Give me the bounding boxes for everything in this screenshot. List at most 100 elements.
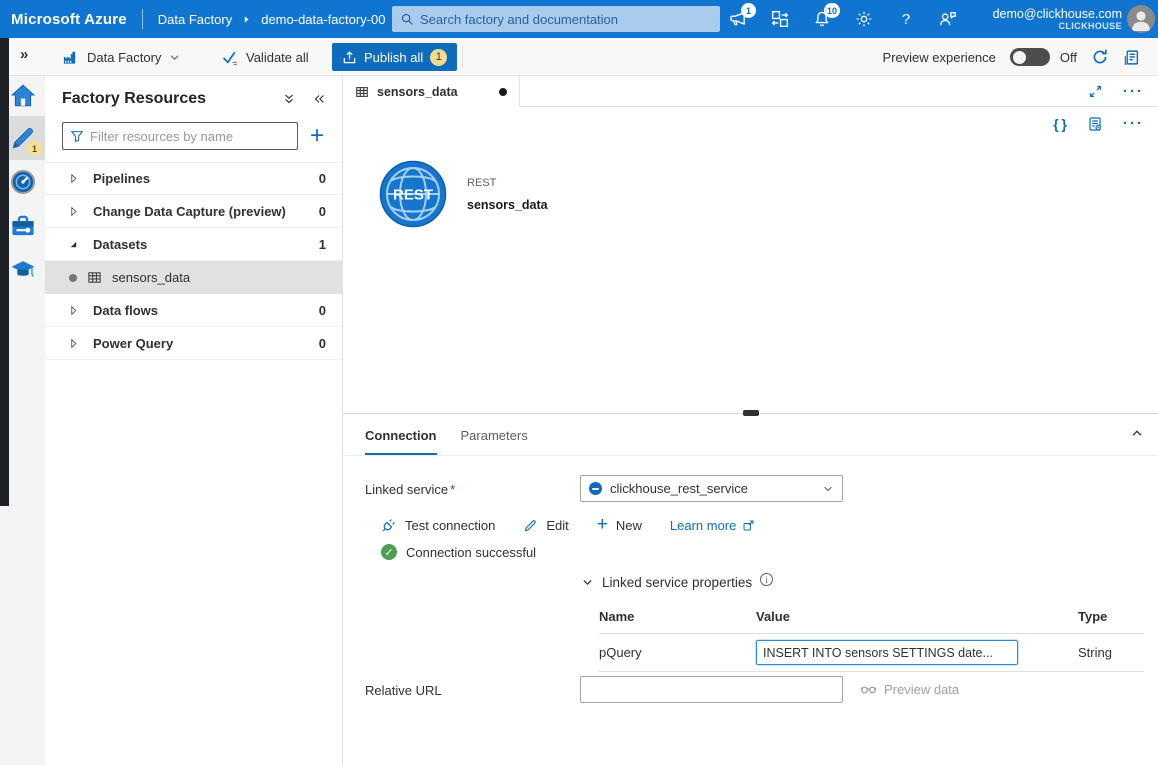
plug-icon	[381, 517, 397, 533]
swap-icon	[771, 10, 789, 28]
person-icon	[1127, 5, 1155, 33]
pquery-value-input[interactable]	[756, 640, 1018, 665]
dataset-type-label: REST	[467, 177, 548, 189]
canvas-toolbar: { } ···	[343, 107, 1158, 141]
test-connection-button[interactable]: Test connection	[381, 517, 495, 533]
chevron-collapsed-icon	[65, 335, 81, 351]
linked-service-icon	[589, 482, 602, 495]
breadcrumb-app[interactable]: Data Factory	[158, 12, 232, 27]
learn-more-link[interactable]: Learn more	[670, 518, 755, 533]
new-button[interactable]: + New	[597, 518, 642, 533]
properties-list-icon	[1087, 116, 1103, 132]
tree-item-sensors-data[interactable]: sensors_data	[45, 261, 342, 294]
refresh-icon	[1091, 48, 1109, 66]
dataset-canvas: sensors_data ··· { } ··· REST	[343, 76, 1158, 413]
rail-expand-button[interactable]: »	[20, 46, 28, 63]
edit-button[interactable]: Edit	[523, 518, 568, 533]
collapse-panel-button[interactable]	[312, 92, 326, 106]
preview-experience-label: Preview experience	[882, 50, 995, 65]
tab-label: sensors_data	[377, 85, 491, 99]
panel-collapse-button[interactable]	[1130, 426, 1144, 440]
avatar[interactable]	[1127, 5, 1155, 33]
double-chevron-down-icon	[282, 92, 296, 106]
tree-item-datasets[interactable]: Datasets 1	[45, 228, 342, 261]
global-search[interactable]	[392, 6, 720, 32]
validate-icon	[222, 49, 239, 66]
switch-view-button[interactable]	[770, 9, 790, 29]
chevron-expanded-icon	[65, 236, 81, 252]
tree-item-data-flows[interactable]: Data flows 0	[45, 294, 342, 327]
factory-menu[interactable]: Data Factory	[62, 38, 180, 76]
add-resource-button[interactable]: +	[308, 126, 326, 146]
new-label: New	[616, 518, 642, 533]
validate-all-button[interactable]: Validate all	[222, 38, 309, 76]
refresh-button[interactable]	[1091, 48, 1109, 66]
tree-item-label: Power Query	[93, 336, 319, 351]
toggle-knob	[1013, 51, 1026, 64]
preview-experience-toggle[interactable]	[1010, 48, 1050, 66]
linked-service-value: clickhouse_rest_service	[610, 481, 814, 496]
toolbox-icon	[10, 213, 36, 239]
properties-button[interactable]	[1087, 116, 1103, 132]
validate-all-label: Validate all	[246, 50, 309, 65]
help-icon: ?	[902, 11, 910, 28]
table-row-pquery: pQuery String	[599, 634, 1144, 672]
tab-parameters[interactable]: Parameters	[461, 428, 528, 455]
gauge-icon	[10, 169, 36, 195]
filter-resources-input[interactable]	[90, 129, 290, 144]
search-icon	[400, 12, 414, 26]
settings-button[interactable]	[854, 9, 874, 29]
help-button[interactable]: ?	[896, 9, 916, 29]
search-input[interactable]	[420, 12, 712, 27]
col-name: Name	[599, 609, 756, 624]
tree-item-label: sensors_data	[112, 270, 326, 285]
tab-strip: sensors_data ···	[343, 76, 1158, 107]
tab-connection[interactable]: Connection	[365, 428, 437, 455]
unsaved-changes-dot	[499, 88, 507, 96]
chevron-collapsed-icon	[65, 203, 81, 219]
dataset-table-icon	[355, 85, 369, 99]
col-type: Type	[1078, 609, 1144, 624]
tree-item-count: 0	[319, 303, 326, 318]
publish-all-button[interactable]: Publish all 1	[332, 43, 457, 71]
canvas-more-button[interactable]: ···	[1123, 119, 1144, 129]
panel-resize-handle[interactable]	[743, 410, 759, 416]
expand-canvas-button[interactable]	[1088, 84, 1103, 99]
announcements-button[interactable]: 1	[728, 9, 748, 29]
feedback-button[interactable]	[938, 9, 958, 29]
collapse-all-button[interactable]	[282, 92, 296, 106]
tab-sensors-data[interactable]: sensors_data	[343, 76, 520, 107]
tree-item-change-data-capture[interactable]: Change Data Capture (preview) 0	[45, 195, 342, 228]
graduation-cap-icon	[10, 257, 36, 283]
tab-more-button[interactable]: ···	[1123, 87, 1144, 97]
breadcrumb: Data Factory demo-data-factory-00	[158, 12, 386, 27]
dataset-card[interactable]: REST REST sensors_data	[379, 160, 548, 228]
tree-item-power-query[interactable]: Power Query 0	[45, 327, 342, 360]
nav-edge-strip	[0, 38, 9, 506]
code-view-button[interactable]: { }	[1053, 116, 1067, 132]
tree-item-label: Pipelines	[93, 171, 319, 186]
factory-resources-panel: Factory Resources + Pipelines 0 Change D…	[45, 76, 343, 765]
tree-item-count: 0	[319, 204, 326, 219]
filter-resources-field[interactable]	[62, 122, 298, 150]
publish-count-badge: 1	[430, 49, 447, 66]
preview-data-button[interactable]: Preview data	[860, 681, 959, 698]
topbar-divider	[142, 9, 143, 29]
relative-url-input[interactable]	[580, 676, 843, 703]
svg-text:REST: REST	[393, 187, 433, 204]
feedback-icon	[939, 10, 957, 28]
dataset-name-label: sensors_data	[467, 198, 548, 212]
linked-service-dropdown[interactable]: clickhouse_rest_service	[580, 475, 843, 502]
azure-brand[interactable]: Microsoft Azure	[0, 11, 127, 28]
breadcrumb-factory[interactable]: demo-data-factory-00	[261, 12, 385, 27]
property-name: pQuery	[599, 645, 756, 660]
arm-template-button[interactable]	[1123, 49, 1140, 66]
tree-item-count: 0	[319, 336, 326, 351]
linked-service-properties-toggle[interactable]: Linked service properties i	[581, 575, 773, 590]
connection-status: ✓ Connection successful	[381, 544, 536, 560]
author-badge: 1	[27, 141, 42, 156]
notifications-button[interactable]: 10	[812, 9, 832, 29]
account-info[interactable]: demo@clickhouse.com CLICKHOUSE	[993, 0, 1122, 38]
edit-label: Edit	[546, 518, 568, 533]
tree-item-pipelines[interactable]: Pipelines 0	[45, 162, 342, 195]
